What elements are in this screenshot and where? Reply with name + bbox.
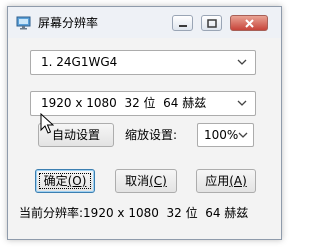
minimize-button[interactable] <box>172 15 193 31</box>
resolution-select[interactable]: 1920 x 1080 32 位 64 赫兹 <box>30 91 256 116</box>
monitor-icon <box>16 15 32 31</box>
maximize-button[interactable] <box>201 15 222 31</box>
apply-button[interactable]: 应用(A) <box>196 169 256 193</box>
cancel-button[interactable]: 取消(C) <box>115 169 177 193</box>
focus-rectangle <box>39 173 91 189</box>
minimize-icon <box>179 25 187 27</box>
apply-button-label: 应用 <box>205 174 230 188</box>
current-resolution-text: 当前分辨率:1920 x 1080 32 位 64 赫兹 <box>19 206 249 220</box>
cancel-button-accesskey: (C) <box>149 174 167 188</box>
close-button[interactable] <box>230 15 268 31</box>
zoom-label: 缩放设置: <box>125 128 178 142</box>
resolution-select-value: 1920 x 1080 32 位 64 赫兹 <box>41 96 207 110</box>
chevron-down-icon <box>238 132 248 138</box>
monitor-select-value: 1. 24G1WG4 <box>41 55 118 69</box>
cancel-button-label: 取消 <box>125 174 150 188</box>
window-title: 屏幕分辨率 <box>38 16 99 30</box>
close-icon <box>245 19 254 28</box>
chevron-down-icon <box>237 59 247 65</box>
monitor-select[interactable]: 1. 24G1WG4 <box>30 50 256 75</box>
maximize-icon <box>207 19 217 28</box>
dialog-body: 1. 24G1WG4 1920 x 1080 32 位 64 赫兹 自动设置 缩… <box>8 38 281 239</box>
zoom-select[interactable]: 100% <box>197 123 254 147</box>
title-bar[interactable]: 屏幕分辨率 <box>8 7 281 38</box>
mouse-pointer-icon <box>40 113 54 134</box>
ok-button[interactable]: 确定(O) <box>35 169 95 193</box>
zoom-select-value: 100% <box>204 128 239 142</box>
apply-button-accesskey: (A) <box>229 174 247 188</box>
chevron-down-icon <box>237 100 247 106</box>
